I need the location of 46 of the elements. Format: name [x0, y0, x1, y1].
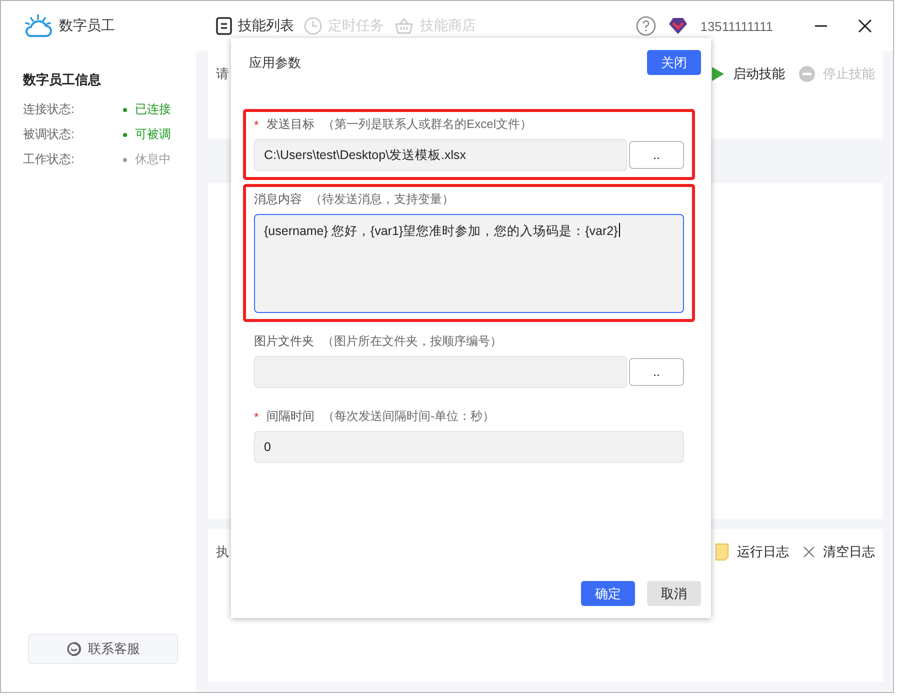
- status-value: 已连接: [135, 101, 171, 118]
- app-title: 数字员工: [59, 17, 115, 35]
- help-icon[interactable]: [636, 16, 656, 36]
- field-hint: （待发送消息，支持变量）: [310, 191, 454, 208]
- clock-icon: [304, 17, 322, 35]
- log-action-button[interactable]: 清空日志: [803, 543, 875, 561]
- field-label: 消息内容: [254, 191, 302, 208]
- confirm-button[interactable]: 确定: [581, 581, 635, 606]
- cloud-logo-icon: [23, 14, 53, 38]
- path-field[interactable]: C:\Users\test\Desktop\发送模板.xlsx: [254, 139, 627, 171]
- field-hint: （图片所在文件夹，按顺序编号）: [322, 333, 502, 350]
- document-icon: [715, 543, 729, 561]
- status-value: 休息中: [135, 151, 171, 168]
- field-label: 发送目标: [266, 116, 315, 133]
- panel-label: 请: [216, 65, 229, 83]
- browse-button[interactable]: ..: [629, 358, 684, 386]
- account-number: 13511111111: [700, 18, 773, 34]
- status-label: 连接状态:: [23, 101, 76, 118]
- support-button[interactable]: 联系客服: [28, 634, 178, 664]
- required-mark: *: [254, 410, 259, 424]
- chat-icon: [66, 641, 82, 657]
- field-label: 间隔时间: [266, 408, 315, 425]
- interval-field[interactable]: 0: [254, 431, 684, 463]
- skill-action-button[interactable]: 启动技能: [711, 65, 785, 83]
- close-icon[interactable]: [857, 18, 873, 34]
- message-field[interactable]: {username} 您好，{var1}望您准时参加，您的入场码是：{var2}: [254, 214, 684, 313]
- status-value: 可被调: [135, 126, 171, 143]
- field-hint: （每次发送间隔时间-单位：秒）: [322, 408, 495, 425]
- dialog-title: 应用参数: [249, 54, 301, 72]
- field-hint: （第一列是联系人或群名的Excel文件）: [322, 116, 532, 133]
- panel-label: 执: [216, 543, 229, 561]
- cancel-button[interactable]: 取消: [647, 581, 701, 606]
- basket-icon: [394, 17, 414, 35]
- nav-tab[interactable]: 技能列表: [216, 17, 294, 35]
- path-field[interactable]: [254, 356, 627, 388]
- sidebar-title: 数字员工信息: [23, 71, 102, 89]
- list-icon: [216, 17, 232, 35]
- close-button[interactable]: 关闭: [647, 50, 701, 75]
- field-label: 图片文件夹: [254, 333, 314, 350]
- status-label: 被调状态:: [23, 126, 76, 143]
- x-icon: [803, 546, 815, 558]
- browse-button[interactable]: ..: [629, 141, 684, 169]
- log-action-button[interactable]: 运行日志: [715, 543, 789, 561]
- status-label: 工作状态:: [23, 151, 76, 168]
- required-mark: *: [254, 118, 259, 132]
- stop-icon: [799, 66, 815, 82]
